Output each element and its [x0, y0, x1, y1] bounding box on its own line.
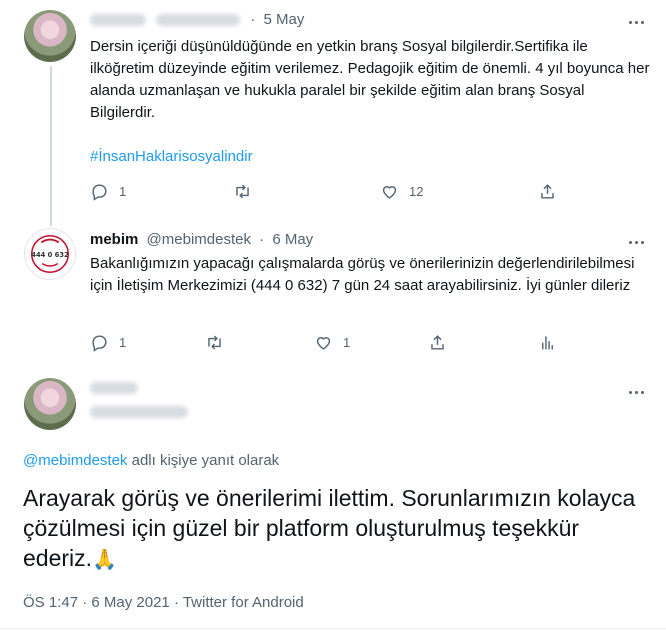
reply-to-label: adlı kişiye yanıt olarak: [127, 452, 280, 469]
tweet-separator: ·: [259, 231, 265, 248]
focus-header: [90, 382, 188, 418]
reply-count: 1: [119, 183, 127, 199]
mention-link[interactable]: @mebimdestek: [23, 452, 127, 469]
tweet-2[interactable]: 444 0 632 mebim @mebimdestek · 6 May Bak…: [0, 222, 666, 362]
share-button[interactable]: [428, 332, 447, 352]
share-button[interactable]: [538, 181, 557, 201]
like-button[interactable]: 1: [314, 332, 350, 352]
retweet-button[interactable]: [233, 181, 252, 201]
hashtag-link[interactable]: #İnsanHaklarisosyalindir: [90, 146, 253, 168]
analytics-icon: [542, 335, 553, 350]
thread-line: [50, 66, 52, 226]
tweet-date[interactable]: 6 May: [272, 231, 313, 248]
replying-to: @mebimdestek adlı kişiye yanıt olarak: [23, 452, 279, 469]
blurred-display-name: [90, 14, 146, 27]
like-button[interactable]: 12: [380, 181, 423, 201]
more-icon[interactable]: [626, 232, 646, 252]
blurred-handle: [90, 406, 188, 418]
reply-button[interactable]: 1: [90, 332, 126, 352]
folded-hands-icon: 🙏: [92, 549, 117, 571]
bottom-divider: [0, 628, 666, 629]
like-count: 12: [409, 183, 424, 199]
tweet-actions: 1 1: [90, 332, 570, 352]
retweet-button[interactable]: [205, 332, 224, 352]
display-name[interactable]: mebim: [90, 231, 138, 248]
tweet-text: Dersin içeriği düşünüldüğünde en yetkin …: [90, 38, 650, 121]
reply-icon: [92, 183, 107, 201]
meta-separator: ·: [169, 594, 183, 611]
share-icon: [541, 183, 554, 199]
logo-number: 444 0 632: [31, 251, 69, 259]
tweet-metadata: ÖS 1:47 · 6 May 2021 · Twitter for Andro…: [23, 594, 304, 611]
tweet-actions: 1 12: [90, 181, 570, 201]
tweet-source[interactable]: Twitter for Android: [183, 594, 304, 611]
tweet-1[interactable]: · 5 May Dersin içeriği düşünüldüğünde en…: [0, 0, 666, 226]
mebim-logo-icon: 444 0 632: [30, 234, 70, 274]
avatar[interactable]: [24, 378, 76, 430]
reply-count: 1: [119, 334, 127, 350]
avatar[interactable]: [24, 10, 76, 62]
tweet-time[interactable]: ÖS 1:47: [23, 594, 78, 611]
more-icon[interactable]: [626, 382, 646, 402]
more-icon[interactable]: [626, 12, 646, 32]
mebim-logo-avatar[interactable]: 444 0 632: [24, 228, 76, 280]
retweet-icon: [236, 184, 249, 198]
like-count: 1: [343, 334, 351, 350]
tweet-separator: ·: [250, 11, 256, 28]
user-handle[interactable]: @mebimdestek: [147, 231, 251, 248]
reply-icon: [92, 334, 107, 352]
tweet-full-date[interactable]: 6 May 2021: [91, 594, 169, 611]
focus-tweet-text: Arayarak görüş ve önerilerimi ilettim. S…: [23, 483, 643, 575]
tweet-header: · 5 May: [90, 10, 304, 30]
blurred-handle: [156, 14, 241, 27]
meta-separator: ·: [78, 594, 92, 611]
heart-icon: [316, 336, 331, 350]
heart-icon: [382, 185, 397, 199]
retweet-icon: [208, 335, 221, 349]
tweet-date[interactable]: 5 May: [264, 11, 305, 28]
blurred-display-name: [90, 382, 138, 394]
share-icon: [431, 334, 444, 350]
tweet-text: Bakanlığımızın yapacağı çalışmalarda gör…: [90, 255, 635, 294]
analytics-button[interactable]: [538, 332, 557, 352]
reply-button[interactable]: 1: [90, 181, 126, 201]
tweet-header: mebim @mebimdestek · 6 May: [90, 230, 313, 250]
